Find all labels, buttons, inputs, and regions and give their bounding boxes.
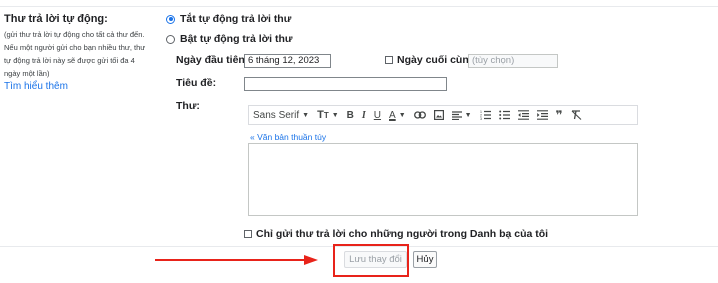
last-day-checkbox[interactable] bbox=[385, 56, 393, 64]
numbered-list-icon[interactable]: 123 bbox=[476, 106, 495, 124]
cancel-button[interactable]: Hủy bbox=[413, 251, 437, 268]
vacation-responder-description: (gửi thư trả lời tự động cho tất cả thư … bbox=[4, 28, 166, 80]
formatting-toolbar: Sans Serif ▼ TT ▼ B I U A ▼ ▼ 123 ❞ bbox=[248, 105, 638, 125]
vacation-responder-title: Thư trả lời tự động: bbox=[4, 13, 108, 25]
vacation-on-radio[interactable] bbox=[166, 34, 175, 44]
link-icon[interactable] bbox=[410, 106, 430, 124]
remove-formatting-icon[interactable] bbox=[567, 106, 586, 124]
quote-icon[interactable]: ❞ bbox=[552, 106, 567, 124]
indent-less-icon[interactable] bbox=[514, 106, 533, 124]
last-day-label: Ngày cuối cùng: bbox=[397, 54, 479, 66]
message-label: Thư: bbox=[176, 100, 200, 112]
bold-button[interactable]: B bbox=[343, 106, 358, 124]
vacation-on-label: Bật tự động trả lời thư bbox=[180, 33, 293, 45]
vacation-off-option[interactable]: Tắt tự động trả lời thư bbox=[166, 13, 291, 25]
arrow-head-icon bbox=[304, 255, 318, 265]
font-family-select[interactable]: Sans Serif ▼ bbox=[249, 106, 313, 124]
description-line: ngày một lần) bbox=[4, 69, 50, 78]
subject-label: Tiêu đề: bbox=[176, 77, 217, 89]
italic-button[interactable]: I bbox=[358, 106, 370, 124]
chevron-down-icon: ▼ bbox=[302, 111, 310, 119]
message-editor[interactable] bbox=[248, 143, 638, 216]
description-line: tự động trả lời này sẽ được gửi tối đa 4 bbox=[4, 56, 135, 65]
contacts-only-option[interactable]: Chỉ gửi thư trả lời cho những người tron… bbox=[244, 228, 548, 240]
text-color-icon: A bbox=[389, 109, 396, 121]
underline-button[interactable]: U bbox=[370, 106, 385, 124]
contacts-only-checkbox[interactable] bbox=[244, 230, 252, 238]
last-day-option[interactable]: Ngày cuối cùng: bbox=[385, 54, 479, 66]
vacation-on-option[interactable]: Bật tự động trả lời thư bbox=[166, 33, 293, 45]
subject-input[interactable] bbox=[244, 77, 447, 91]
highlight-box bbox=[333, 244, 409, 277]
font-family-value: Sans Serif bbox=[253, 109, 300, 121]
description-line: (gửi thư trả lời tự động cho tất cả thư … bbox=[4, 30, 145, 39]
arrow-line bbox=[155, 259, 305, 261]
text-color-button[interactable]: A ▼ bbox=[385, 106, 410, 124]
bulleted-list-icon[interactable] bbox=[495, 106, 514, 124]
chevron-down-icon: ▼ bbox=[398, 111, 406, 119]
align-icon[interactable]: ▼ bbox=[448, 106, 476, 124]
learn-more-link[interactable]: Tìm hiểu thêm bbox=[4, 81, 68, 92]
plain-text-link[interactable]: « Văn bản thuần túy bbox=[250, 132, 326, 142]
top-divider bbox=[0, 6, 718, 7]
description-line: Nếu một người gửi cho bạn nhiều thư, thư bbox=[4, 43, 146, 52]
last-day-input[interactable]: (tùy chọn) bbox=[468, 54, 558, 68]
contacts-only-label: Chỉ gửi thư trả lời cho những người tron… bbox=[256, 228, 549, 240]
svg-text:3: 3 bbox=[480, 117, 482, 120]
chevron-down-icon: ▼ bbox=[331, 111, 339, 119]
image-icon[interactable] bbox=[430, 106, 448, 124]
first-day-input[interactable]: 6 tháng 12, 2023 bbox=[244, 54, 331, 68]
indent-more-icon[interactable] bbox=[533, 106, 552, 124]
vacation-off-radio[interactable] bbox=[166, 14, 175, 24]
vacation-off-label: Tắt tự động trả lời thư bbox=[180, 13, 292, 25]
first-day-label: Ngày đầu tiên: bbox=[176, 54, 249, 66]
chevron-down-icon: ▼ bbox=[464, 111, 472, 119]
text-size-icon[interactable]: TT ▼ bbox=[313, 106, 343, 124]
